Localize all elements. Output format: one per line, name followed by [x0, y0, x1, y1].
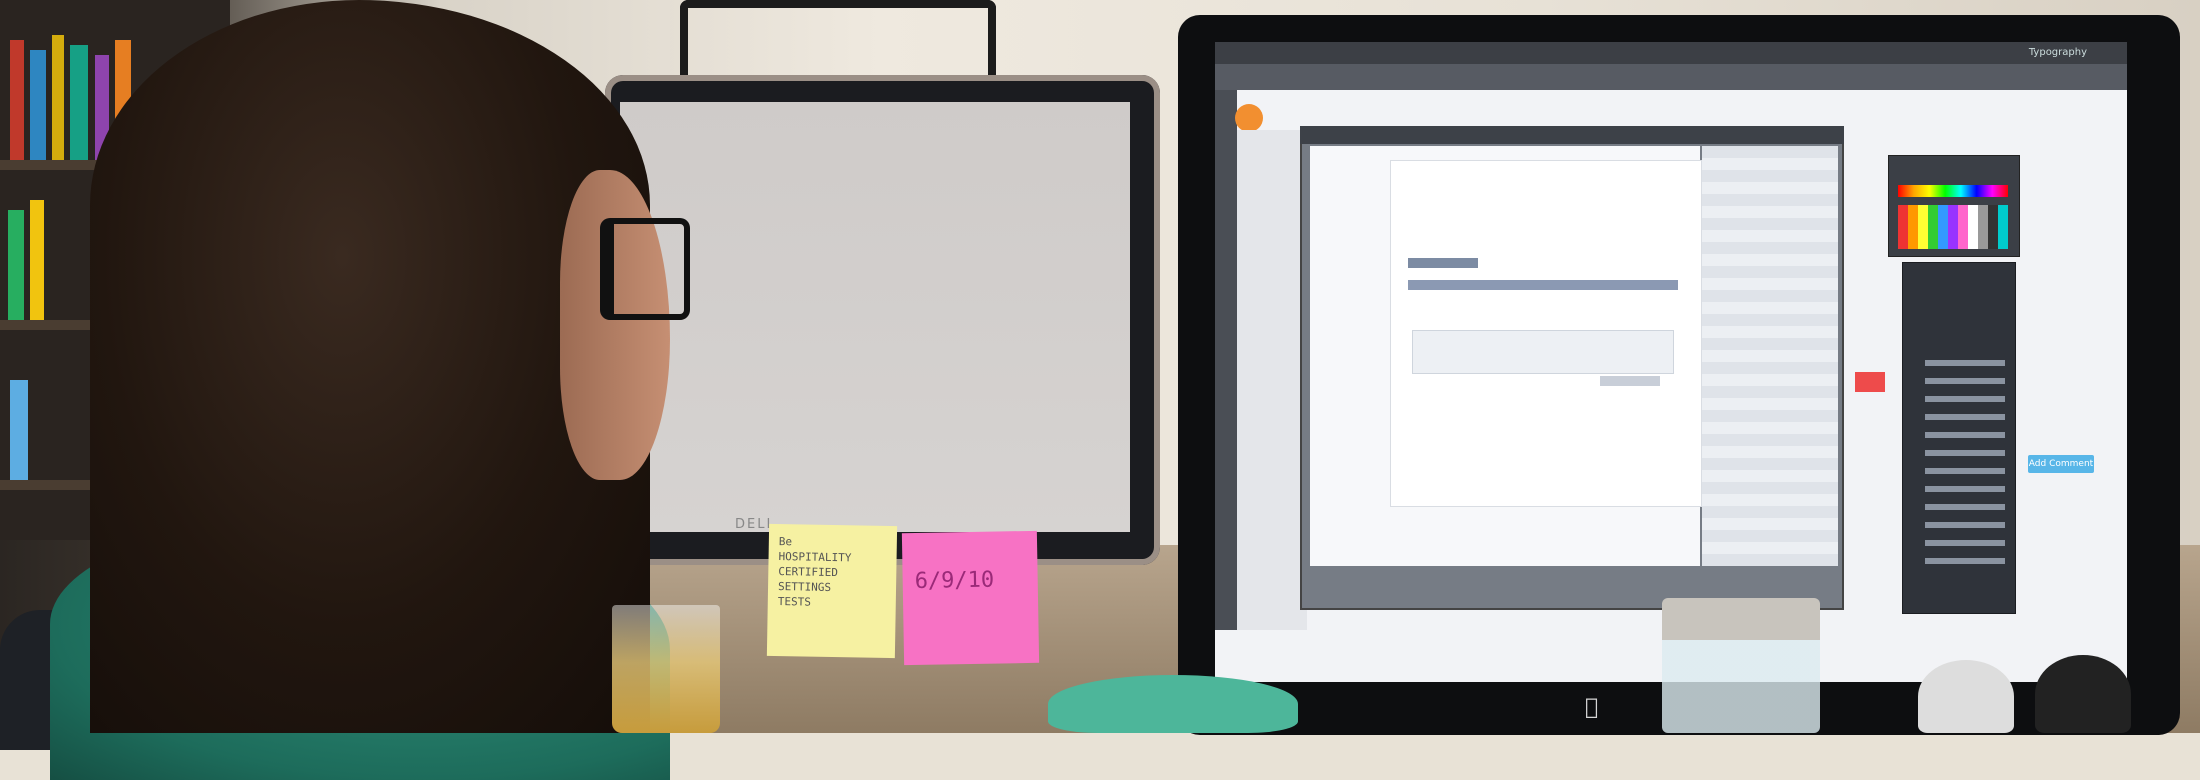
tools-panel[interactable]: [1215, 90, 1237, 630]
book: [10, 40, 24, 160]
red-color-chip: [1855, 372, 1885, 392]
document-tabs[interactable]: [1300, 126, 1844, 144]
style-row[interactable]: [1925, 450, 2005, 456]
style-row[interactable]: [1925, 378, 2005, 384]
mockup-header-row: [1408, 280, 1678, 290]
add-comment-button[interactable]: Add Comment: [2028, 455, 2094, 473]
style-row[interactable]: [1925, 468, 2005, 474]
book: [70, 45, 88, 160]
layer-grid: [1702, 146, 1838, 566]
figurine: [2035, 655, 2131, 733]
figurine: [1918, 660, 2014, 733]
style-row[interactable]: [1925, 486, 2005, 492]
sticky-note-yellow: Be HOSPITALITY CERTIFIED SETTINGS TESTS: [766, 523, 898, 659]
tea-glass: [612, 605, 720, 733]
green-bowl: [1048, 675, 1298, 733]
style-row[interactable]: [1925, 414, 2005, 420]
mockup-form-box: [1412, 330, 1674, 374]
book: [52, 35, 64, 160]
app-menubar: Typography: [1215, 42, 2127, 64]
style-row[interactable]: [1925, 558, 2005, 564]
style-row[interactable]: [1925, 504, 2005, 510]
left-pane: [1237, 130, 1307, 630]
style-row[interactable]: [1925, 432, 2005, 438]
swatches-grid[interactable]: [1898, 205, 2008, 249]
style-row[interactable]: [1925, 522, 2005, 528]
book: [8, 210, 24, 320]
glass-jar: [1662, 598, 1820, 733]
glasses: [600, 218, 690, 320]
book: [10, 380, 28, 480]
style-row[interactable]: [1925, 540, 2005, 546]
color-spectrum[interactable]: [1898, 185, 2008, 197]
workspace-label[interactable]: Typography: [2029, 42, 2087, 64]
apple-logo-icon: : [1585, 695, 1609, 723]
app-icon: [1235, 104, 1263, 132]
style-row[interactable]: [1925, 396, 2005, 402]
book: [30, 50, 46, 160]
app-toolbar: [1215, 64, 2127, 90]
style-row[interactable]: [1925, 360, 2005, 366]
mockup-tab: [1408, 258, 1478, 268]
left-monitor-screen: [620, 102, 1130, 532]
book: [30, 200, 44, 320]
mockup-button: [1600, 376, 1660, 386]
sticky-note-pink: 6/9/10: [901, 530, 1040, 666]
